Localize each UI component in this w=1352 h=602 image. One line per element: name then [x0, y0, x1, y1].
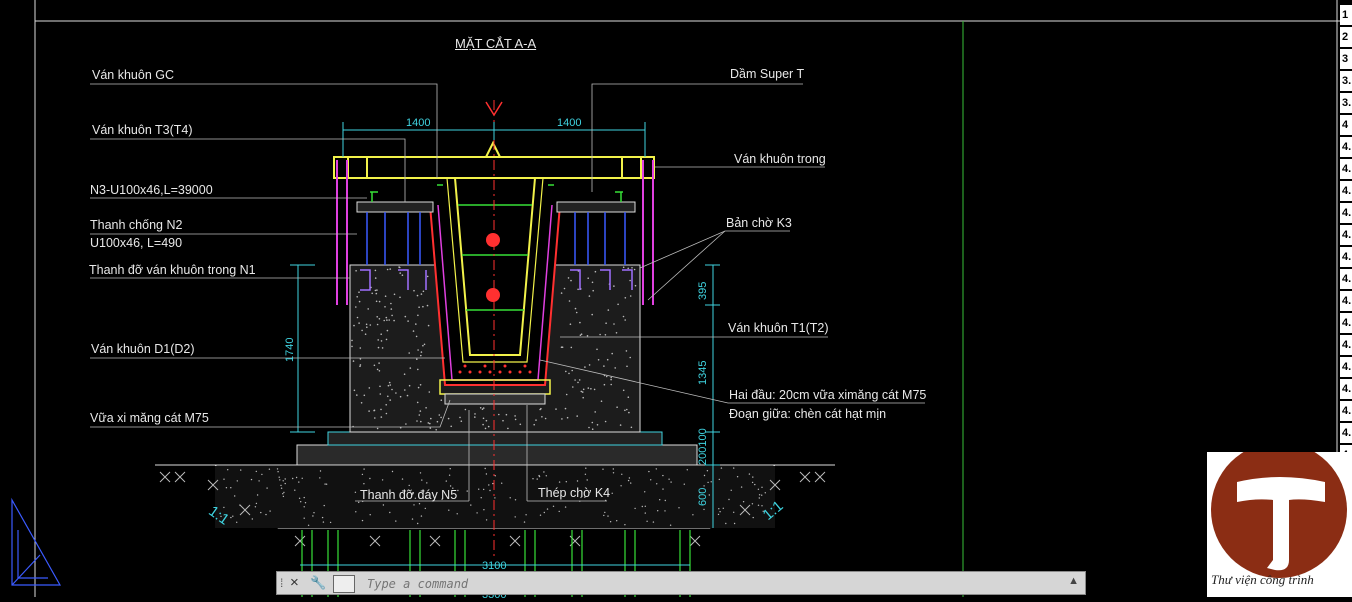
sheet-row-number: 4. — [1340, 313, 1352, 333]
label-van-khuon-trong: Ván khuôn trong — [734, 152, 826, 166]
label-van-khuon-d1: Ván khuôn D1(D2) — [91, 342, 195, 356]
marker-1 — [486, 233, 500, 247]
sheet-row-number: 3. — [1340, 71, 1352, 91]
sheet-row-number: 4. — [1340, 357, 1352, 377]
base-layer-2 — [327, 431, 663, 446]
sheet-row-number: 4. — [1340, 291, 1352, 311]
n3-left — [356, 201, 434, 213]
sheet-row-number: 3 — [1340, 49, 1352, 69]
sheet-row-number: 1 — [1340, 5, 1352, 25]
bottom-support — [444, 393, 546, 405]
marker-2 — [486, 288, 500, 302]
command-line: ⁞ × 🔧 ▲ — [276, 571, 1086, 595]
n3-right — [556, 201, 636, 213]
label-dam-super-t: Dầm Super T — [730, 67, 805, 81]
close-icon[interactable]: × — [290, 574, 299, 591]
label-vua-xi-mang: Vữa xi măng cát M75 — [90, 411, 209, 425]
dim-1740: 1740 — [284, 337, 296, 362]
dim-left-1400: 1400 — [406, 117, 431, 129]
dim-1345: 1345 — [697, 360, 709, 385]
sheet-row-number: 4. — [1340, 137, 1352, 157]
drawing-canvas[interactable] — [0, 0, 1352, 597]
chevron-up-icon[interactable]: ▲ — [1068, 575, 1079, 587]
sheet-row-number: 3. — [1340, 93, 1352, 113]
label-u100: U100x46, L=490 — [90, 236, 183, 250]
sheet-row-number: 4. — [1340, 203, 1352, 223]
dim-395: 395 — [697, 281, 709, 300]
wrench-icon[interactable]: 🔧 — [310, 575, 326, 591]
label-van-khuon-t3: Ván khuôn T3(T4) — [92, 123, 193, 137]
sheet-row-number: 4. — [1340, 159, 1352, 179]
sheet-row-number: 2 — [1340, 27, 1352, 47]
logo-caption: Thư viện công trình — [1211, 572, 1314, 587]
label-thanh-chong: Thanh chống N2 — [90, 218, 183, 232]
green-brackets — [370, 184, 623, 202]
label-thanh-do-trong: Thanh đỡ ván khuôn trong N1 — [89, 263, 256, 277]
label-van-khuon-t1: Ván khuôn T1(T2) — [728, 321, 829, 335]
dim-right-1400: 1400 — [557, 117, 582, 129]
section-title: MẶT CẮT A-A — [455, 36, 537, 51]
label-ban-cho: Bản chờ K3 — [726, 216, 792, 230]
grip-icon[interactable]: ⁞ — [280, 576, 283, 590]
label-thep-cho: Thép chờ K4 — [538, 486, 611, 500]
label-hai-dau: Hai đầu: 20cm vữa ximăng cát M75 — [729, 388, 927, 402]
command-input[interactable] — [365, 575, 1059, 593]
sheet-row-number: 4. — [1340, 225, 1352, 245]
dim-200100: 200100 — [697, 428, 709, 465]
label-n3: N3-U100x46,L=39000 — [90, 183, 213, 197]
sheet-row-number: 4. — [1340, 401, 1352, 421]
command-prompt-icon[interactable] — [333, 575, 355, 593]
base-layer-1 — [296, 444, 698, 466]
label-doan-giua: Đoạn giữa: chèn cát hạt mịn — [729, 407, 887, 421]
sheet-row-number: 4. — [1340, 181, 1352, 201]
sheet-row-number: 4 — [1340, 115, 1352, 135]
ucs-icon — [11, 497, 62, 586]
sheet-row-number: 4. — [1340, 335, 1352, 355]
sheet-row-number: 4. — [1340, 379, 1352, 399]
sheet-row-number: 4. — [1340, 269, 1352, 289]
label-van-khuon-gc: Ván khuôn GC — [92, 68, 174, 82]
logo: Thư viện công trình — [1207, 442, 1352, 597]
sheet-row-number: 4. — [1340, 247, 1352, 267]
dim-600: 600 — [697, 487, 709, 506]
label-thanh-do-day: Thanh đỡ đáy N5 — [360, 488, 458, 502]
sheet-row-number: 4. — [1340, 423, 1352, 443]
